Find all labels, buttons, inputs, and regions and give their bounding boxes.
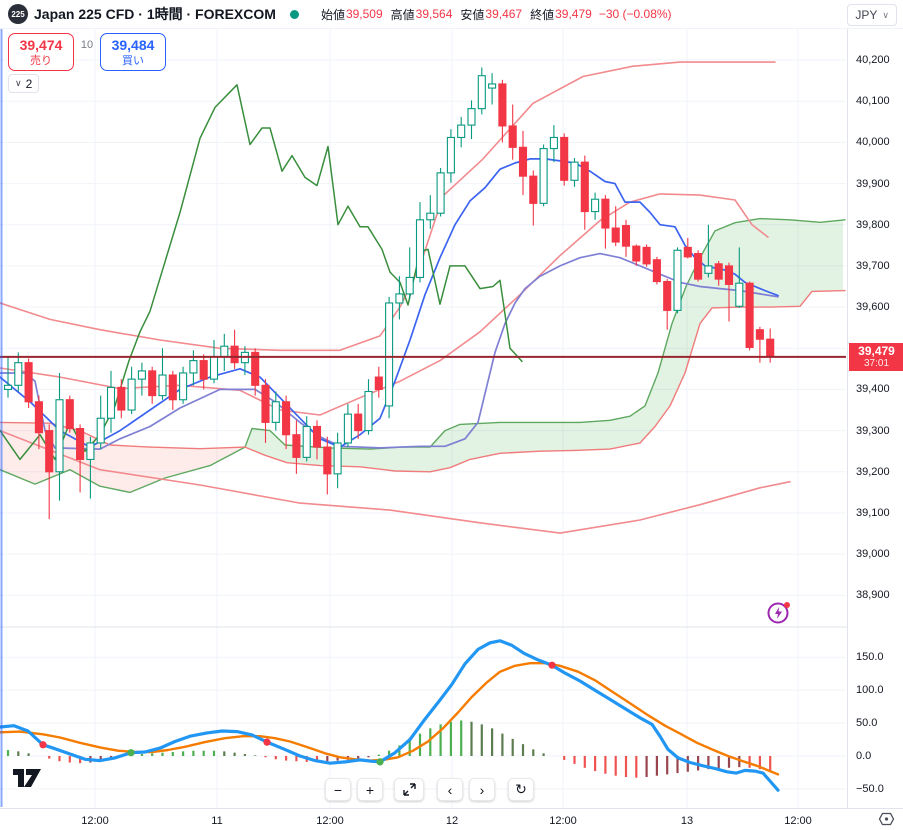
ohlc-value: 39,479 [555, 7, 592, 21]
currency-selector[interactable]: JPY ∨ [847, 4, 897, 26]
price-axis-label: 0.0 [856, 749, 872, 762]
bar-countdown: 37:01 [863, 358, 890, 370]
quick-trade-flash-icon[interactable] [766, 600, 792, 631]
price-axis-label: 40,100 [856, 95, 890, 108]
price-axis-label: 40,000 [856, 136, 890, 149]
price-axis-label: 39,300 [856, 424, 890, 437]
chart-canvas[interactable] [0, 0, 903, 830]
tradingview-logo-icon [13, 769, 41, 787]
scroll-left-button[interactable]: ‹ [437, 778, 463, 801]
change-value: −30 (−0.08%) [598, 7, 672, 21]
chevron-down-icon: ∨ [882, 9, 889, 20]
price-axis-label: 39,400 [856, 383, 890, 396]
minus-icon: − [333, 781, 343, 798]
indicators-count: 2 [25, 76, 33, 91]
tradingview-logo[interactable] [12, 767, 42, 796]
price-axis-label: −50.0 [856, 782, 884, 795]
time-axis-label: 12:00 [81, 815, 109, 827]
price-axis-label: 50.0 [856, 717, 878, 730]
price-axis-label: 39,700 [856, 259, 890, 272]
ohlc-value: 39,564 [415, 7, 453, 21]
ohlc-value: 39,509 [345, 7, 383, 21]
ohlc-label: 安値 [460, 7, 485, 22]
time-axis-label: 12:00 [316, 815, 344, 827]
reset-icon: ↻ [515, 781, 527, 797]
zoom-out-button[interactable]: − [325, 778, 351, 801]
sell-price: 39,474 [19, 37, 63, 53]
scroll-right-button[interactable]: › [469, 778, 495, 801]
time-axis-label: 13 [680, 815, 694, 827]
ohlc-label: 始値 [320, 7, 345, 22]
price-axis-label: 40,200 [856, 54, 890, 67]
chevron-down-icon: ∨ [15, 78, 22, 88]
price-axis-label: 150.0 [856, 651, 884, 664]
maximize-pane-button[interactable] [394, 778, 424, 801]
time-axis-label: 11 [211, 815, 223, 827]
time-axis-label: 12 [445, 815, 459, 827]
zoom-in-button[interactable]: + [357, 778, 383, 801]
chevron-left-icon: ‹ [447, 781, 453, 798]
ohlc-label: 高値 [390, 7, 415, 22]
last-price-badge: 39,479 37:01 [849, 342, 903, 371]
buy-price: 39,484 [111, 37, 155, 53]
ohlc-values: 始値 39,509 高値 39,564 安値 39,467 終値 39,479 −30 (−0.… [313, 6, 672, 23]
price-axis-label: 39,600 [856, 301, 890, 314]
last-price: 39,479 [858, 343, 895, 358]
currency-label: JPY [855, 8, 878, 22]
buy-label: 買い [122, 54, 144, 67]
flash-icon [767, 602, 790, 624]
price-axis-label: 39,800 [856, 218, 890, 231]
price-axis-label: 39,900 [856, 177, 890, 190]
indicators-collapse-button[interactable]: ∨ 2 [8, 74, 40, 93]
trade-widget: 39,474 売り 10 39,484 買い [8, 33, 166, 71]
sell-button[interactable]: 39,474 売り [8, 33, 74, 71]
price-axis[interactable]: 40,200 40,100 40,000 39,900 39,800 39,700 39,6… [847, 29, 903, 808]
session-settings-button[interactable] [878, 811, 895, 830]
time-axis-label: 12:00 [549, 815, 577, 827]
sell-label: 売り [30, 54, 52, 67]
hexagon-clock-icon [878, 812, 895, 826]
symbol-title[interactable]: Japan 225 CFD · 1時間 · FOREXCOM [34, 4, 276, 24]
ohlc-label: 終値 [530, 7, 555, 22]
market-status-icon [289, 9, 299, 19]
price-axis-label: 39,200 [856, 465, 890, 478]
buy-button[interactable]: 39,484 買い [100, 33, 166, 71]
price-axis-label: 38,900 [856, 589, 890, 602]
price-axis-label: 39,000 [856, 548, 890, 561]
ohlc-value: 39,467 [485, 7, 523, 21]
spread-value: 10 [80, 39, 94, 51]
price-axis-label: 39,100 [856, 506, 890, 519]
plus-icon: + [365, 781, 375, 798]
chevron-right-icon: › [479, 781, 485, 798]
time-axis[interactable]: 12:00 11 12:00 12 12:00 13 12:00 [0, 808, 903, 830]
price-axis-label: 100.0 [856, 684, 884, 697]
chart-header: 225 Japan 225 CFD · 1時間 · FOREXCOM 始値 39,… [0, 0, 903, 29]
time-axis-label: 12:00 [784, 815, 812, 827]
symbol-logo[interactable]: 225 [8, 4, 28, 24]
reset-chart-button[interactable]: ↻ [508, 778, 534, 801]
maximize-icon [402, 783, 416, 796]
